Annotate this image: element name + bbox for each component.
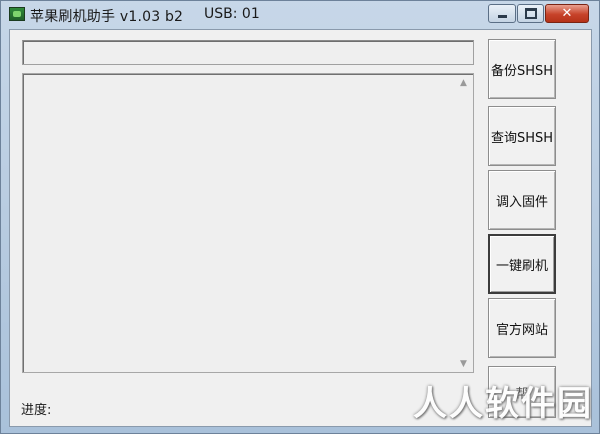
backup-shsh-button[interactable]: 备份SHSH <box>488 39 556 99</box>
title-bar[interactable]: 苹果刷机助手 v1.03 b2 USB: 01 ✕ <box>1 1 599 29</box>
maximize-button[interactable] <box>517 4 544 23</box>
minimize-button[interactable] <box>488 4 516 23</box>
load-firmware-button[interactable]: 调入固件 <box>488 170 556 230</box>
app-window: 苹果刷机助手 v1.03 b2 USB: 01 ✕ ▲ ▼ 进度: 备份SHSH… <box>0 0 600 434</box>
usb-status: USB: 01 <box>204 6 260 22</box>
status-field <box>22 40 474 65</box>
log-output-area[interactable] <box>22 73 474 373</box>
help-button[interactable]: 帮 <box>488 366 556 418</box>
one-click-flash-button[interactable]: 一键刷机 <box>488 234 556 294</box>
maximize-icon <box>524 8 537 19</box>
log-scrollbar[interactable]: ▲ ▼ <box>455 74 472 372</box>
scroll-down-arrow-icon[interactable]: ▼ <box>455 355 472 372</box>
close-icon: ✕ <box>561 6 573 21</box>
close-button[interactable]: ✕ <box>545 4 589 23</box>
scroll-up-arrow-icon[interactable]: ▲ <box>455 74 472 91</box>
query-shsh-button[interactable]: 查询SHSH <box>488 106 556 166</box>
window-title: 苹果刷机助手 v1.03 b2 <box>30 9 184 25</box>
official-website-button[interactable]: 官方网站 <box>488 298 556 358</box>
progress-label: 进度: <box>21 403 52 418</box>
app-icon <box>9 7 25 21</box>
client-area: ▲ ▼ 进度: 备份SHSH 查询SHSH 调入固件 一键刷机 官方网站 帮 <box>9 29 592 427</box>
minimize-icon <box>497 15 507 18</box>
